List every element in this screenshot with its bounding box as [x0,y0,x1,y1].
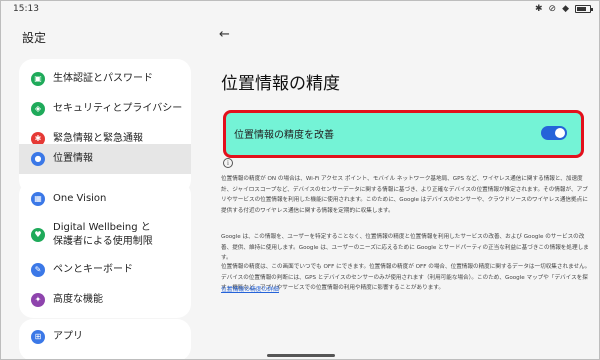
page-title: 位置情報の精度 [221,74,340,94]
sidebar-item-pen-keyboard[interactable]: ✎ ペンとキーボード [19,255,191,285]
status-bar: 15:13 ✱ ⊘ ◆ [1,1,599,19]
wellbeing-icon: ♥ [31,228,45,242]
toggle-label: 位置情報の精度を改善 [234,130,334,141]
lock-icon: ▣ [31,72,45,86]
status-time: 15:13 [13,4,39,14]
one-vision-icon: ▦ [31,192,45,206]
apps-grid-icon: ⊞ [31,330,45,344]
pen-icon: ✎ [31,263,45,277]
battery-icon [575,5,593,13]
improve-accuracy-switch[interactable] [541,126,567,140]
sidebar-item-security-privacy[interactable]: ◈ セキュリティとプライバシー [19,94,191,124]
back-arrow-icon[interactable]: ← [219,27,230,42]
settings-group-security: ▣ 生体認証とパスワード ◈ セキュリティとプライバシー ✱ 緊急情報と緊急通報… [19,59,191,194]
sidebar-item-digital-wellbeing[interactable]: ♥ Digital Wellbeing と 保護者による使用制限 [19,215,191,255]
description-paragraph-2: Google は、この情報を、ユーザーを特定することなく、位置情報の精度と位置情… [221,234,589,261]
shield-icon: ◈ [31,102,45,116]
info-icon: i [223,158,233,168]
advanced-features-icon: ✦ [31,293,45,307]
sidebar-item-advanced-features[interactable]: ✦ 高度な機能 [19,285,191,315]
settings-group-apps: ⊞ アプリ [19,319,191,359]
mute-icon: ⊘ [548,4,557,14]
sidebar-item-location[interactable]: ● 位置情報 [19,144,191,174]
bluetooth-icon: ✱ [534,4,543,14]
learn-more-link[interactable]: 位置情報の精度の詳細 [221,284,279,293]
sidebar-item-one-vision[interactable]: ▦ One Vision [19,185,191,213]
wifi-icon: ◆ [562,4,569,14]
settings-group-features: ▦ One Vision ♥ Digital Wellbeing と 保護者によ… [19,181,191,318]
switch-knob [555,128,565,138]
description-paragraph-1: 位置情報の精度が ON の場合は、Wi-Fi アクセス ポイント、モバイル ネッ… [221,176,588,214]
settings-sidebar: 設定 ▣ 生体認証とパスワード ◈ セキュリティとプライバシー ✱ 緊急情報と緊… [1,19,201,359]
system-icons: ✱ ⊘ ◆ [534,4,593,14]
improve-accuracy-toggle-row[interactable]: 位置情報の精度を改善 [223,110,584,158]
settings-window: 15:13 ✱ ⊘ ◆ 設定 ▣ 生体認証とパスワード ◈ セキュリティとプライ… [0,0,600,360]
sidebar-item-apps[interactable]: ⊞ アプリ [19,323,191,351]
location-pin-icon: ● [31,152,45,166]
gesture-nav-handle[interactable] [267,354,335,357]
location-accuracy-page: ← 位置情報の精度 位置情報の精度を改善 i 位置情報の精度が ON の場合は、… [201,19,599,359]
sidebar-title: 設定 [22,31,47,45]
sidebar-item-biometrics[interactable]: ▣ 生体認証とパスワード [19,64,191,94]
